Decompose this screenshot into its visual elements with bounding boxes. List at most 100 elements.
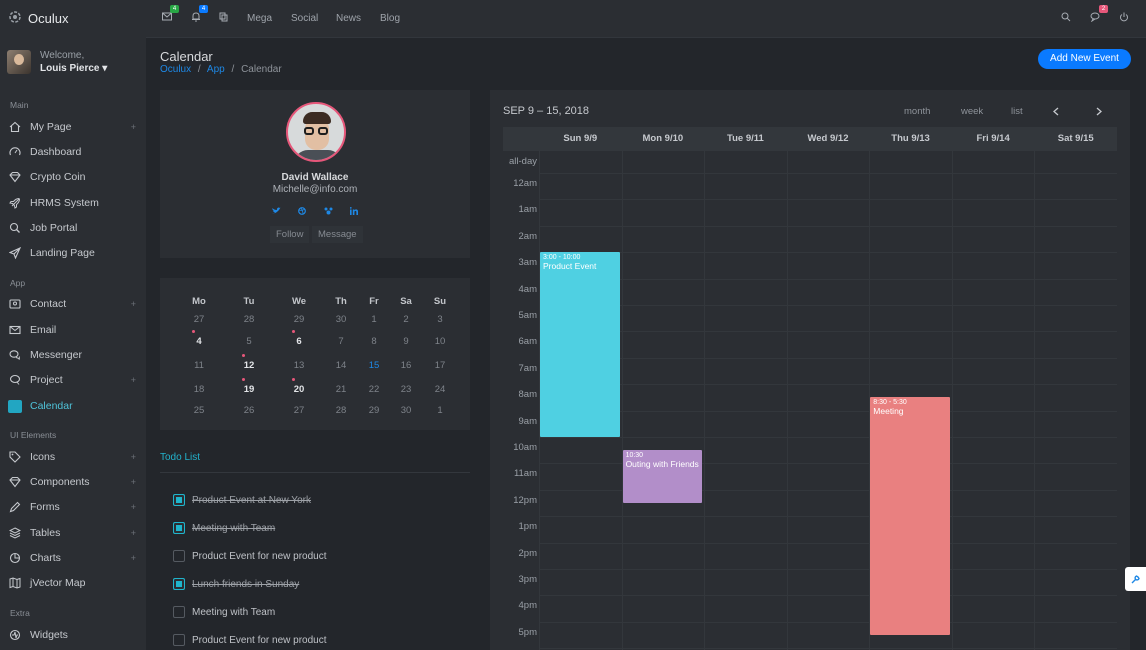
calendar-event[interactable]: 8:30 - 5:30 Meeting (870, 397, 950, 635)
todo-item[interactable]: Meeting with Team (173, 522, 275, 534)
day-column-header[interactable]: Mon 9/10 (621, 127, 705, 151)
todo-item[interactable]: Product Event for new product (173, 634, 327, 646)
mini-calendar-day[interactable]: 22 (359, 384, 389, 395)
todo-checkbox[interactable] (173, 550, 185, 562)
todo-item[interactable]: Product Event for new product (173, 550, 327, 562)
day-column-header[interactable]: Thu 9/13 (869, 127, 952, 151)
mini-calendar-day[interactable]: 17 (425, 360, 455, 371)
add-new-event-button[interactable]: Add New Event (1038, 49, 1131, 69)
brand[interactable]: Oculux (8, 10, 68, 27)
mini-calendar-day[interactable]: 24 (425, 384, 455, 395)
breadcrumb-app[interactable]: App (207, 64, 225, 75)
mini-calendar-day[interactable]: 16 (391, 360, 421, 371)
topbar-link-news[interactable]: News (336, 13, 361, 24)
day-column-header[interactable]: Wed 9/12 (786, 127, 870, 151)
dribbble-icon[interactable] (298, 206, 308, 216)
mini-calendar-day[interactable]: 9 (391, 336, 421, 347)
todo-checkbox[interactable] (173, 578, 185, 590)
follow-button[interactable]: Follow (270, 226, 310, 243)
sidebar-item-landing-page[interactable]: Landing Page (0, 243, 146, 263)
mini-calendar-day[interactable]: 2 (391, 314, 421, 325)
day-column-header[interactable]: Sun 9/9 (539, 127, 622, 151)
message-button[interactable]: Message (312, 226, 363, 243)
mini-calendar-day[interactable]: 25 (184, 405, 214, 416)
profile-avatar[interactable] (286, 102, 346, 162)
sidebar-item-icons[interactable]: Icons + (0, 447, 146, 467)
breadcrumb-oculux[interactable]: Oculux (160, 64, 191, 75)
sidebar-item-dashboard[interactable]: Dashboard (0, 142, 146, 162)
mini-calendar-day[interactable]: 28 (326, 405, 356, 416)
mini-calendar-day[interactable]: 29 (284, 314, 314, 325)
mini-calendar-day[interactable]: 30 (391, 405, 421, 416)
sidebar-item-jvector-map[interactable]: jVector Map (0, 573, 146, 593)
todo-item[interactable]: Meeting with Team (173, 606, 275, 618)
mini-calendar-day[interactable]: 23 (391, 384, 421, 395)
mini-calendar-day[interactable]: 1 (425, 405, 455, 416)
mini-calendar-day[interactable]: 28 (234, 314, 264, 325)
mini-calendar-day[interactable]: 8 (359, 336, 389, 347)
todo-item[interactable]: Lunch friends in Sunday (173, 578, 299, 590)
day-column-header[interactable]: Fri 9/14 (951, 127, 1035, 151)
topbar-link-mega[interactable]: Mega (247, 13, 272, 24)
topbar-link-blog[interactable]: Blog (380, 13, 400, 24)
sidebar-item-job-portal[interactable]: Job Portal (0, 218, 146, 238)
sidebar-item-components[interactable]: Components + (0, 472, 146, 492)
sidebar-item-charts[interactable]: Charts + (0, 548, 146, 568)
sidebar-item-crypto-coin[interactable]: Crypto Coin (0, 167, 146, 187)
power-icon[interactable] (1119, 12, 1129, 25)
mini-calendar-day[interactable]: 27 (184, 314, 214, 325)
mini-calendar-day[interactable]: 30 (326, 314, 356, 325)
sidebar-item-widgets[interactable]: Widgets (0, 625, 146, 645)
sidebar-item-project[interactable]: Project + (0, 370, 146, 390)
avatar[interactable] (7, 50, 31, 74)
todo-checkbox[interactable] (173, 606, 185, 618)
mini-calendar-day[interactable]: 14 (326, 360, 356, 371)
mini-calendar-day[interactable]: 13 (284, 360, 314, 371)
view-week-button[interactable]: week (961, 106, 983, 117)
mini-calendar-day[interactable]: 21 (326, 384, 356, 395)
mini-calendar-day[interactable]: 15 (359, 360, 389, 371)
mini-calendar-day[interactable]: 29 (359, 405, 389, 416)
sidebar-item-tables[interactable]: Tables + (0, 523, 146, 543)
day-column-header[interactable]: Tue 9/11 (704, 127, 787, 151)
mini-calendar-day[interactable]: 19 (234, 380, 264, 396)
view-list-button[interactable]: list (1011, 106, 1023, 117)
day-column-header[interactable]: Sat 9/15 (1034, 127, 1117, 151)
bell-icon[interactable]: 4 (191, 5, 208, 25)
calendar-event[interactable]: 3:00 - 10:00 Product Event (540, 252, 620, 437)
mini-calendar-day[interactable]: 27 (284, 405, 314, 416)
mini-calendar-day[interactable]: 6 (284, 332, 314, 348)
mini-calendar-day[interactable]: 18 (184, 384, 214, 395)
mini-calendar-day[interactable]: 20 (284, 380, 314, 396)
mini-calendar-day[interactable]: 5 (234, 336, 264, 347)
chevron-left-icon[interactable] (1052, 107, 1060, 119)
sidebar-item-email[interactable]: Email (0, 320, 146, 340)
todo-checkbox[interactable] (173, 494, 185, 506)
search-icon[interactable] (1061, 12, 1071, 25)
sidebar-item-my-page[interactable]: My Page + (0, 117, 146, 137)
twitter-icon[interactable] (272, 206, 282, 216)
mini-calendar-day[interactable]: 26 (234, 405, 264, 416)
chevron-right-icon[interactable] (1095, 107, 1103, 119)
user-name-dropdown[interactable]: Louis Pierce ▾ (40, 63, 107, 74)
todo-checkbox[interactable] (173, 522, 185, 534)
mini-calendar-day[interactable]: 10 (425, 336, 455, 347)
flag-icon[interactable] (219, 12, 228, 25)
sidebar-item-calendar[interactable]: Calendar (0, 396, 146, 416)
todo-checkbox[interactable] (173, 634, 185, 646)
settings-wrench-icon[interactable] (1125, 567, 1146, 591)
yelp-icon[interactable] (324, 206, 334, 216)
mini-calendar-day[interactable]: 4 (184, 332, 214, 348)
sidebar-item-contact[interactable]: Contact + (0, 294, 146, 314)
topbar-link-social[interactable]: Social (291, 13, 318, 24)
sidebar-item-messenger[interactable]: Messenger (0, 345, 146, 365)
todo-title[interactable]: Todo List (160, 452, 200, 463)
sidebar-item-forms[interactable]: Forms + (0, 497, 146, 517)
todo-item[interactable]: Product Event at New York (173, 494, 311, 506)
view-month-button[interactable]: month (904, 106, 930, 117)
linkedin-icon[interactable] (349, 206, 360, 216)
mini-calendar-day[interactable]: 3 (425, 314, 455, 325)
mini-calendar-day[interactable]: 7 (326, 336, 356, 347)
calendar-event[interactable]: 10:30 Outing with Friends (622, 450, 703, 503)
mini-calendar-day[interactable]: 1 (359, 314, 389, 325)
